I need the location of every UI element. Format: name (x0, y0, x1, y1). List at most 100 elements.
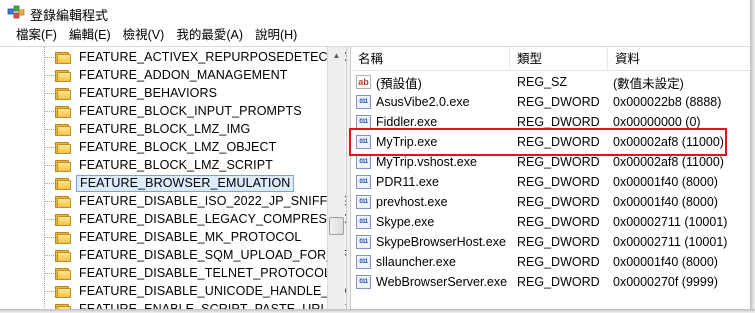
tree-connector-line (44, 236, 54, 238)
value-row[interactable]: 011 WebBrowserServer.exe REG_DWORD 0x000027… (351, 272, 750, 292)
folder-icon (55, 123, 71, 136)
value-row[interactable]: 011 sllauncher.exe REG_DWORD 0x00001f40 (80… (351, 252, 750, 272)
value-row[interactable]: 011 SkypeBrowserHost.exe REG_DWORD 0x000027… (351, 232, 750, 252)
highlight-box (349, 128, 727, 156)
value-data: 0x00001f40 (8000) (613, 195, 718, 209)
value-name: Skype.exe (376, 215, 435, 229)
title-bar: 登錄編輯程式 (0, 0, 755, 24)
tree-item-label: FEATURE_DISABLE_ISO_2022_JP_SNIFFING (79, 193, 346, 208)
tree-connector-line (44, 272, 54, 274)
tree-scrollbar[interactable]: ▲ (327, 47, 345, 310)
registry-editor-icon (7, 5, 25, 19)
value-row[interactable]: 011 AsusVibe2.0.exe REG_DWORD 0x000022b8 (8… (351, 92, 750, 112)
tree-item[interactable]: FEATURE_BLOCK_LMZ_OBJECT (44, 138, 279, 156)
tree-item-label: FEATURE_DISABLE_LEGACY_COMPRESSION (79, 211, 346, 226)
tree-item[interactable]: FEATURE_DISABLE_UNICODE_HANDLE_CLOS (44, 282, 346, 300)
value-type: REG_DWORD (517, 95, 600, 109)
value-row[interactable]: ab (預設值) REG_SZ (數值未設定) (351, 72, 750, 92)
value-name: prevhost.exe (376, 195, 448, 209)
tree-item-label: FEATURE_BEHAVIORS (79, 85, 218, 100)
folder-icon (55, 141, 71, 154)
value-name-cell: 011 WebBrowserServer.exe (351, 275, 510, 289)
scrollbar-thumb[interactable] (329, 217, 344, 235)
tree-connector-line (44, 128, 54, 130)
value-name: AsusVibe2.0.exe (376, 95, 470, 109)
value-name: PDR11.exe (376, 175, 439, 189)
tree-item[interactable]: FEATURE_DISABLE_TELNET_PROTOCOL (44, 264, 334, 282)
tree-item-label: FEATURE_DISABLE_MK_PROTOCOL (79, 229, 302, 244)
value-name: Fiddler.exe (376, 115, 438, 129)
values-list-pane: 名稱 類型 資料 ab (預設值) REG_SZ (數值未設定) 011 AsusVibe… (351, 47, 750, 310)
value-name: SkypeBrowserHost.exe (376, 235, 506, 249)
tree-item-label: FEATURE_DISABLE_TELNET_PROTOCOL (79, 265, 332, 280)
folder-icon (55, 213, 71, 226)
tree-item[interactable]: FEATURE_DISABLE_LEGACY_COMPRESSION (44, 210, 346, 228)
value-row[interactable]: 011 PDR11.exe REG_DWORD 0x00001f40 (8000) (351, 172, 750, 192)
column-header-data[interactable]: 資料 (608, 47, 750, 71)
key-tree-pane: FEATURE_ACTIVEX_REPURPOSEDETECTION FEATUR… (0, 47, 346, 310)
menu-file[interactable]: 檔案(F) (10, 25, 63, 45)
tree-item[interactable]: FEATURE_BLOCK_LMZ_IMG (44, 120, 253, 138)
value-data: 0x000022b8 (8888) (613, 95, 722, 109)
value-data: 0x00002711 (10001) (613, 215, 728, 229)
tree-item[interactable]: FEATURE_DISABLE_ISO_2022_JP_SNIFFING (44, 192, 346, 210)
value-name-cell: 011 PDR11.exe (351, 175, 510, 189)
value-name: sllauncher.exe (376, 255, 456, 269)
binary-value-icon: 011 (356, 235, 371, 249)
folder-icon (55, 195, 71, 208)
value-type: REG_DWORD (517, 235, 600, 249)
tree-connector-line (44, 110, 54, 112)
folder-icon (55, 69, 71, 82)
value-name-cell: 011 sllauncher.exe (351, 255, 510, 269)
tree-connector-line (44, 74, 54, 76)
value-row[interactable]: 011 Skype.exe REG_DWORD 0x00002711 (10001) (351, 212, 750, 232)
value-name-cell: 011 SkypeBrowserHost.exe (351, 235, 510, 249)
value-type: REG_DWORD (517, 195, 600, 209)
tree-item-label: FEATURE_BLOCK_LMZ_IMG (79, 121, 251, 136)
tree-item[interactable]: FEATURE_ADDON_MANAGEMENT (44, 66, 290, 84)
binary-value-icon: 011 (356, 215, 371, 229)
tree-item-label: FEATURE_BLOCK_INPUT_PROMPTS (79, 103, 302, 118)
value-row[interactable]: 011 prevhost.exe REG_DWORD 0x00001f40 (8000… (351, 192, 750, 212)
tree-item[interactable]: FEATURE_DISABLE_MK_PROTOCOL (44, 228, 304, 246)
tree-connector-line (44, 164, 54, 166)
folder-icon (55, 249, 71, 262)
list-header: 名稱 類型 資料 (351, 47, 750, 71)
binary-value-icon: 011 (356, 115, 371, 129)
folder-icon (55, 177, 71, 190)
menu-edit[interactable]: 編輯(E) (63, 25, 117, 45)
menu-bar: 檔案(F) 編輯(E) 檢視(V) 我的最愛(A) 說明(H) (0, 24, 755, 46)
value-name: (預設值) (376, 76, 422, 91)
tree-item[interactable]: FEATURE_ACTIVEX_REPURPOSEDETECTION (44, 48, 346, 66)
tree-connector-line (44, 146, 54, 148)
value-type: REG_DWORD (517, 215, 600, 229)
tree-item-label: FEATURE_BROWSER_EMULATION (76, 174, 295, 192)
menu-view[interactable]: 檢視(V) (117, 25, 171, 45)
menu-help[interactable]: 說明(H) (249, 25, 303, 45)
value-data: 0x00001f40 (8000) (613, 175, 718, 189)
menu-favorites[interactable]: 我的最愛(A) (170, 25, 249, 45)
tree-connector-line (44, 92, 54, 94)
binary-value-icon: 011 (356, 195, 371, 209)
value-name-cell: ab (預設值) (351, 73, 510, 92)
tree-connector-line (44, 182, 54, 184)
value-type: REG_DWORD (517, 255, 600, 269)
tree-item[interactable]: FEATURE_BLOCK_INPUT_PROMPTS (44, 102, 305, 120)
tree-item[interactable]: FEATURE_BEHAVIORS (44, 84, 220, 102)
value-type: REG_DWORD (517, 275, 600, 289)
tree-item[interactable]: FEATURE_DISABLE_SQM_UPLOAD_FOR_APP (44, 246, 346, 264)
window-shadow-right (750, 0, 755, 313)
column-header-type[interactable]: 類型 (510, 47, 608, 71)
binary-value-icon: 011 (356, 175, 371, 189)
tree-item-label: FEATURE_ACTIVEX_REPURPOSEDETECTION (79, 49, 346, 64)
scroll-up-arrow-icon[interactable]: ▲ (328, 47, 345, 64)
tree-item-label: FEATURE_BLOCK_LMZ_SCRIPT (79, 157, 273, 172)
string-value-icon: ab (356, 75, 371, 89)
value-data: 0x00002af8 (11000) (613, 155, 724, 169)
value-type: REG_SZ (517, 75, 568, 89)
column-header-name[interactable]: 名稱 (351, 47, 510, 71)
tree-item[interactable]: FEATURE_BROWSER_EMULATION (44, 174, 295, 192)
tree-item[interactable]: FEATURE_BLOCK_LMZ_SCRIPT (44, 156, 276, 174)
value-name: MyTrip.vshost.exe (376, 155, 477, 169)
folder-icon (55, 159, 71, 172)
